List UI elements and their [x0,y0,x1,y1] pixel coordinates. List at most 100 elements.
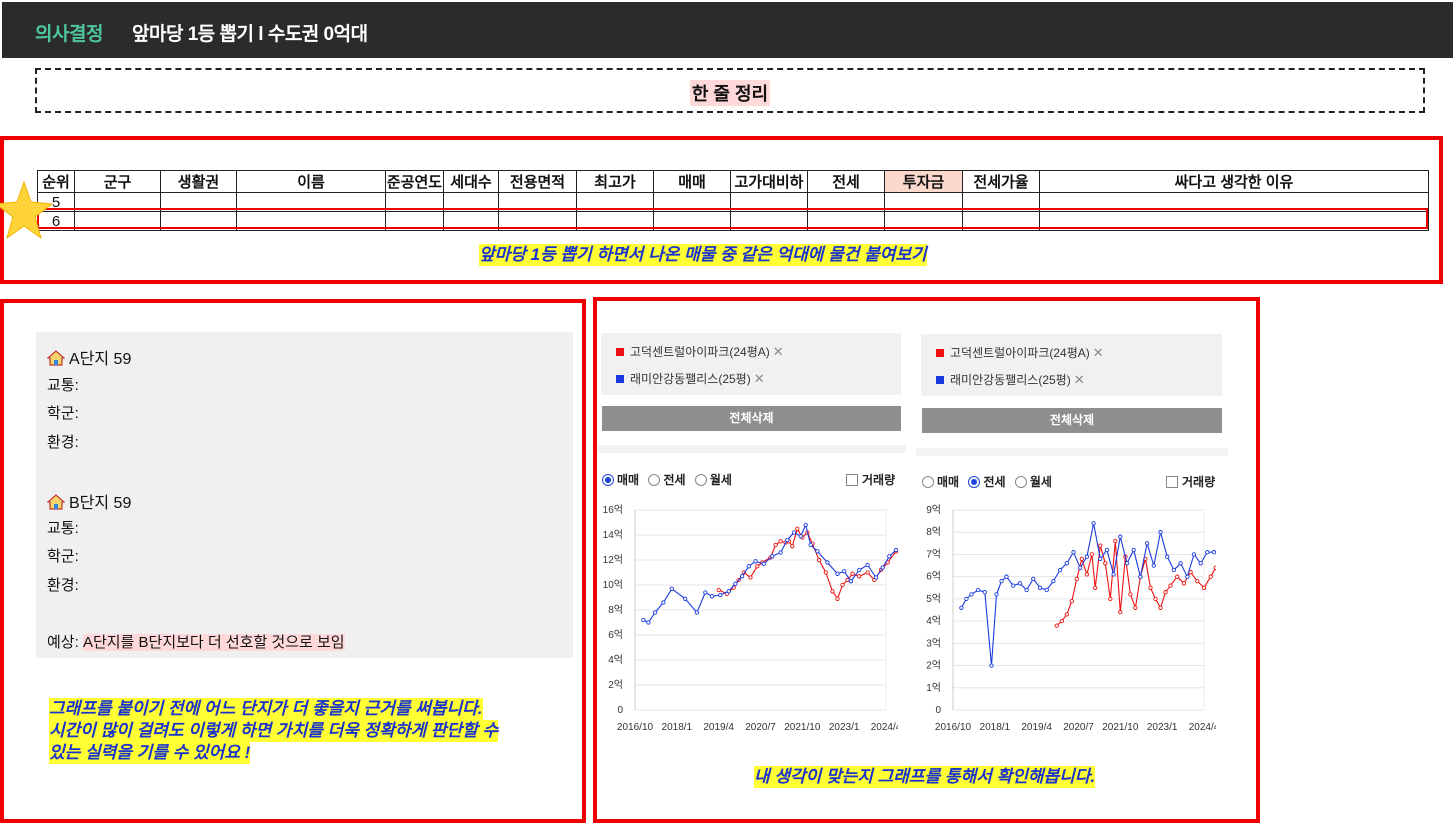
radio-jeonse[interactable]: 전세 [648,473,686,487]
radio-empty-icon [648,474,661,486]
radio-sale[interactable]: 매매 [922,475,959,489]
table-cell[interactable] [236,192,386,212]
table-cell[interactable] [653,192,731,212]
left-note-line-2: 시간이 많이 걸려도 이렇게 하면 가치를 더욱 정확하게 판단할 수 [49,720,499,742]
delete-all-button[interactable]: 전체삭제 [602,406,901,431]
data-point [1118,534,1123,539]
radio-monthly[interactable]: 월세 [694,473,732,487]
table-cell[interactable] [160,211,237,231]
table-cell[interactable] [1039,192,1429,212]
table-cell[interactable] [730,192,808,212]
table-cell[interactable] [884,192,963,212]
data-point [830,589,835,594]
col-district: 군구 [74,170,161,193]
table-cell[interactable] [807,192,885,212]
data-point [1181,581,1187,586]
table-cell[interactable] [160,192,237,212]
data-point [795,526,800,531]
data-point [1098,556,1103,562]
b-environment-line: 환경: [47,577,79,594]
data-point [1113,538,1118,544]
table-cell[interactable] [884,211,963,231]
volume-checkbox[interactable]: 거래량 [1166,473,1215,490]
data-point [840,582,845,588]
y-tick-label: 7억 [926,548,941,560]
legend-item-2[interactable]: 래미안강동팰리스(25평) ✕ [616,370,765,387]
table-cell[interactable] [443,211,499,231]
forecast-label: 예상: [47,634,79,651]
data-point [1128,592,1133,597]
delete-all-button[interactable]: 전체삭제 [922,408,1222,433]
close-icon[interactable]: ✕ [1093,345,1104,360]
data-point [1198,561,1203,566]
col-built-year: 준공연도 [385,170,444,193]
x-tick-label: 2024/4 [871,722,898,733]
close-icon[interactable]: ✕ [754,371,765,386]
legend-item-1[interactable]: 고덕센트럴아이파크(24평A) ✕ [936,344,1104,361]
table-cell[interactable] [498,211,577,231]
data-point [1191,552,1197,557]
radio-selected-icon [968,476,981,488]
table-cell[interactable] [74,211,161,231]
table-cell[interactable] [385,211,444,231]
series-line [718,527,897,601]
table-cell[interactable] [962,192,1040,212]
one-line-summary-box[interactable]: 한 줄 정리 [35,68,1425,113]
red-square-icon [616,348,624,356]
radio-monthly[interactable]: 월세 [1014,475,1052,489]
data-point [1084,572,1090,577]
data-point [790,544,795,549]
left-note-line-1: 그래프를 붙이기 전에 어느 단지가 더 좋을지 근거를 써봅니다. [49,698,483,720]
a-complex-title: A단지 59 [69,351,132,368]
table-cell[interactable] [443,192,499,212]
y-tick-label: 9억 [926,504,941,516]
table-cell[interactable] [236,211,386,231]
data-point [1153,596,1158,602]
table-cell[interactable] [962,211,1040,231]
legend-item-1[interactable]: 고덕센트럴아이파크(24평A) ✕ [616,343,784,360]
close-icon[interactable]: ✕ [773,344,784,359]
radio-jeonse[interactable]: 전세 [968,475,1006,489]
table-row[interactable]: 5 [37,192,1429,212]
data-point [770,554,775,559]
table-cell[interactable] [1039,211,1429,231]
radio-sale[interactable]: 매매 [602,473,639,487]
data-point [733,581,738,586]
data-point [1057,567,1063,573]
table-cell[interactable] [576,211,654,231]
house-icon [47,494,65,510]
table-cell[interactable] [498,192,577,212]
y-tick-label: 4억 [608,654,623,666]
data-point [823,570,828,575]
radio-label: 월세 [709,473,732,487]
data-point [1165,554,1170,559]
volume-label: 거래량 [1182,475,1216,489]
x-tick-label: 2019/4 [703,722,734,733]
close-icon[interactable]: ✕ [1074,372,1085,387]
data-point [959,605,964,610]
data-point [815,549,820,554]
data-point [1054,623,1059,628]
table-cell[interactable] [653,211,731,231]
col-living-area: 생활권 [160,170,237,193]
x-tick-label: 2021/10 [1102,722,1139,733]
data-point [842,569,847,574]
data-point [1148,585,1153,590]
table-cell[interactable] [385,192,444,212]
table-cell[interactable] [74,192,161,212]
volume-checkbox[interactable]: 거래량 [846,471,895,488]
table-cell[interactable] [576,192,654,212]
data-point [1171,567,1177,573]
legend-item-2[interactable]: 래미안강동팰리스(25평) ✕ [936,371,1085,388]
table-cell[interactable] [807,211,885,231]
radio-label: 전세 [983,475,1006,489]
col-sale: 매매 [653,170,731,193]
complex-notes-box[interactable]: A단지 59 교통: 학군: 환경: B단지 59 교통: 학군: 환경: 예상… [36,332,573,658]
col-area: 전용면적 [498,170,577,193]
y-tick-label: 5억 [926,593,941,605]
table-cell[interactable] [730,211,808,231]
data-point [1071,550,1076,555]
y-tick-label: 0 [617,705,623,716]
table-row[interactable]: 6 [37,211,1429,231]
data-point [1108,596,1113,602]
